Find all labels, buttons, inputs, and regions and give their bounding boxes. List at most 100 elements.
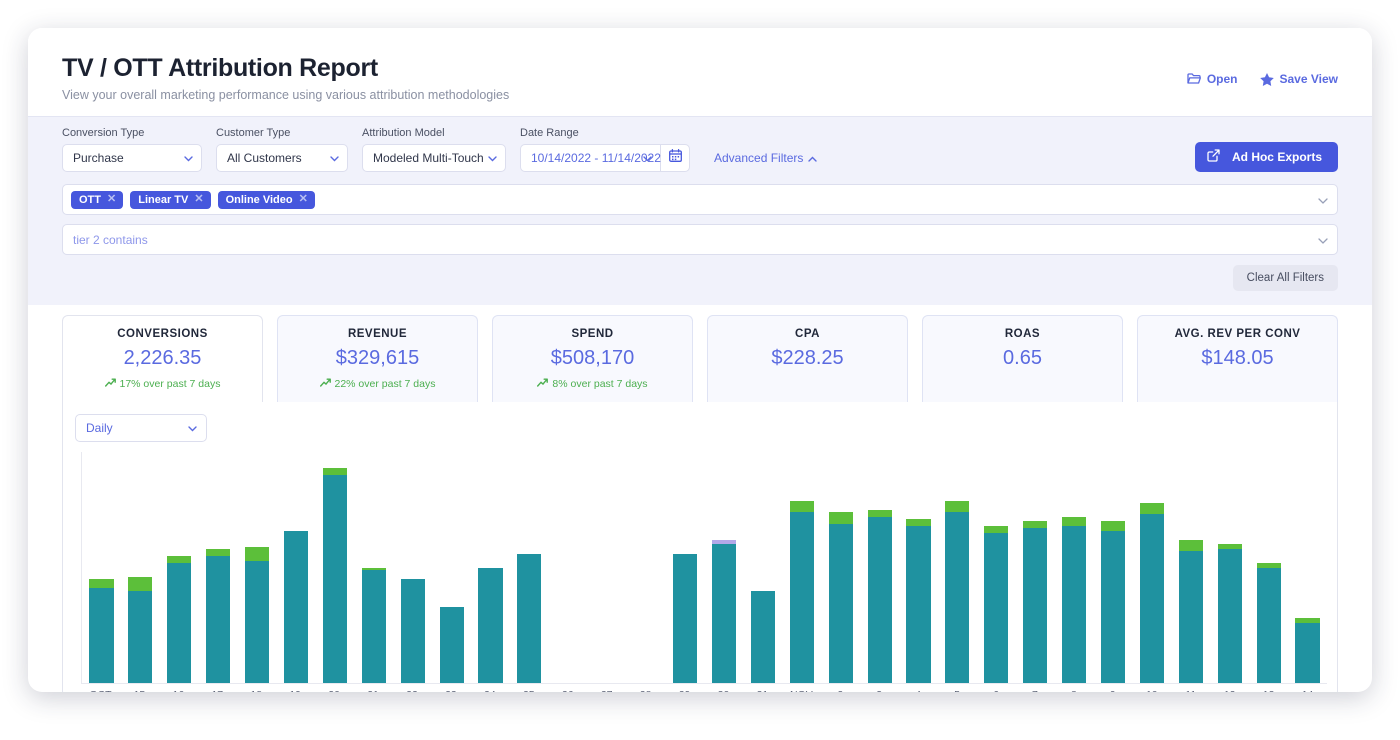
bar-segment-green [1101,521,1125,530]
chevron-down-icon [184,151,193,165]
bar-stack[interactable] [751,591,775,683]
x-axis-tick: 3 [860,685,899,692]
bar-stack[interactable] [1023,521,1047,683]
chevron-down-icon [643,151,652,165]
chart-column [199,452,238,683]
bar-segment-green [984,526,1008,533]
granularity-value: Daily [86,421,113,435]
bar-segment-teal [362,570,386,683]
bar-stack[interactable] [517,554,541,683]
ad-hoc-exports-label: Ad Hoc Exports [1232,150,1322,164]
bar-stack[interactable] [790,501,814,683]
bar-stack[interactable] [245,547,269,683]
bar-segment-teal [673,554,697,683]
date-range-select[interactable]: 10/14/2022 - 11/14/2022 [520,144,660,172]
chip-label: Linear TV [138,194,188,206]
kpi-card[interactable]: SPEND$508,1708% over past 7 days [492,315,693,402]
chevron-up-icon [808,151,817,165]
close-icon[interactable]: ✕ [194,194,203,205]
bar-stack[interactable] [868,510,892,683]
bar-stack[interactable] [984,526,1008,683]
chart-column [782,452,821,683]
bar-segment-teal [1140,514,1164,683]
kpi-value: $148.05 [1146,347,1329,370]
bar-segment-green [89,579,113,588]
bar-stack[interactable] [1257,563,1281,683]
calendar-icon [669,149,682,167]
bar-segment-green [945,501,969,513]
bar-stack[interactable] [1140,503,1164,683]
clear-all-filters-button[interactable]: Clear All Filters [1233,265,1338,291]
kpi-card[interactable]: CONVERSIONS2,226.3517% over past 7 days [62,315,263,402]
conversion-type-group: Conversion Type Purchase [62,127,202,172]
bar-stack[interactable] [829,512,853,683]
date-range-control: 10/14/2022 - 11/14/2022 [520,144,690,172]
conversion-type-select[interactable]: Purchase [62,144,202,172]
bar-stack[interactable] [362,568,386,684]
bar-stack[interactable] [1295,618,1319,683]
open-button[interactable]: Open [1187,72,1238,86]
calendar-button[interactable] [660,144,690,172]
external-link-icon [1207,149,1220,165]
bar-stack[interactable] [401,579,425,683]
chart-column [899,452,938,683]
chip-label: Online Video [226,194,293,206]
filter-chip: Linear TV ✕ [130,191,210,209]
bar-segment-green [323,468,347,475]
kpi-value: 0.65 [931,347,1114,370]
chevron-down-icon[interactable] [1318,191,1328,209]
bar-segment-green [1140,503,1164,515]
kpi-card[interactable]: CPA$228.25 [707,315,908,402]
close-icon[interactable]: ✕ [107,194,116,205]
bar-segment-teal [1257,568,1281,683]
chevron-down-icon[interactable] [1318,231,1328,249]
bar-stack[interactable] [1179,540,1203,683]
kpi-value: $329,615 [286,347,469,370]
granularity-select[interactable]: Daily [75,414,207,442]
conversion-type-value: Purchase [73,151,124,165]
bar-stack[interactable] [673,554,697,683]
x-axis-tick: 20 [315,685,354,692]
bar-stack[interactable] [1101,521,1125,683]
bar-stack[interactable] [128,577,152,683]
bar-segment-teal [712,544,736,683]
ad-hoc-exports-button[interactable]: Ad Hoc Exports [1195,142,1338,172]
kpi-card[interactable]: AVG. REV PER CONV$148.05 [1137,315,1338,402]
customer-type-select[interactable]: All Customers [216,144,348,172]
x-axis: OCT1516171819202122232425262728293031NOV… [81,685,1327,692]
tier2-filter-field[interactable]: tier 2 contains [62,224,1338,255]
bar-stack[interactable] [440,607,464,683]
close-icon[interactable]: ✕ [299,194,308,205]
attribution-model-select[interactable]: Modeled Multi-Touch [362,144,506,172]
bar-stack[interactable] [712,540,736,683]
bar-stack[interactable] [478,568,502,684]
kpi-trend: 22% over past 7 days [286,378,469,390]
chart-column [549,452,588,683]
bar-segment-teal [829,524,853,683]
bar-stack[interactable] [89,579,113,683]
bar-stack[interactable] [1062,517,1086,683]
tier1-filter-field[interactable]: OTT ✕ Linear TV ✕ Online Video ✕ [62,184,1338,215]
chart-column [666,452,705,683]
bar-stack[interactable] [323,468,347,683]
conversion-type-label: Conversion Type [62,127,202,139]
date-range-label: Date Range [520,127,690,139]
bar-segment-green [1179,540,1203,552]
bar-stack[interactable] [906,519,930,683]
bar-stack[interactable] [284,531,308,683]
kpi-card[interactable]: REVENUE$329,61522% over past 7 days [277,315,478,402]
kpi-value: $508,170 [501,347,684,370]
bar-stack[interactable] [206,549,230,683]
bar-stack[interactable] [945,501,969,683]
kpi-card[interactable]: ROAS0.65 [922,315,1123,402]
bar-segment-teal [868,517,892,683]
chart-column [1016,452,1055,683]
bar-stack[interactable] [1218,544,1242,683]
chart-column [471,452,510,683]
bar-stack[interactable] [167,556,191,683]
kpi-value: 2,226.35 [71,347,254,370]
x-axis-tick: 12 [1210,685,1249,692]
save-view-button[interactable]: Save View [1260,72,1339,86]
advanced-filters-toggle[interactable]: Advanced Filters [714,151,817,165]
report-window: TV / OTT Attribution Report View your ov… [28,28,1372,692]
